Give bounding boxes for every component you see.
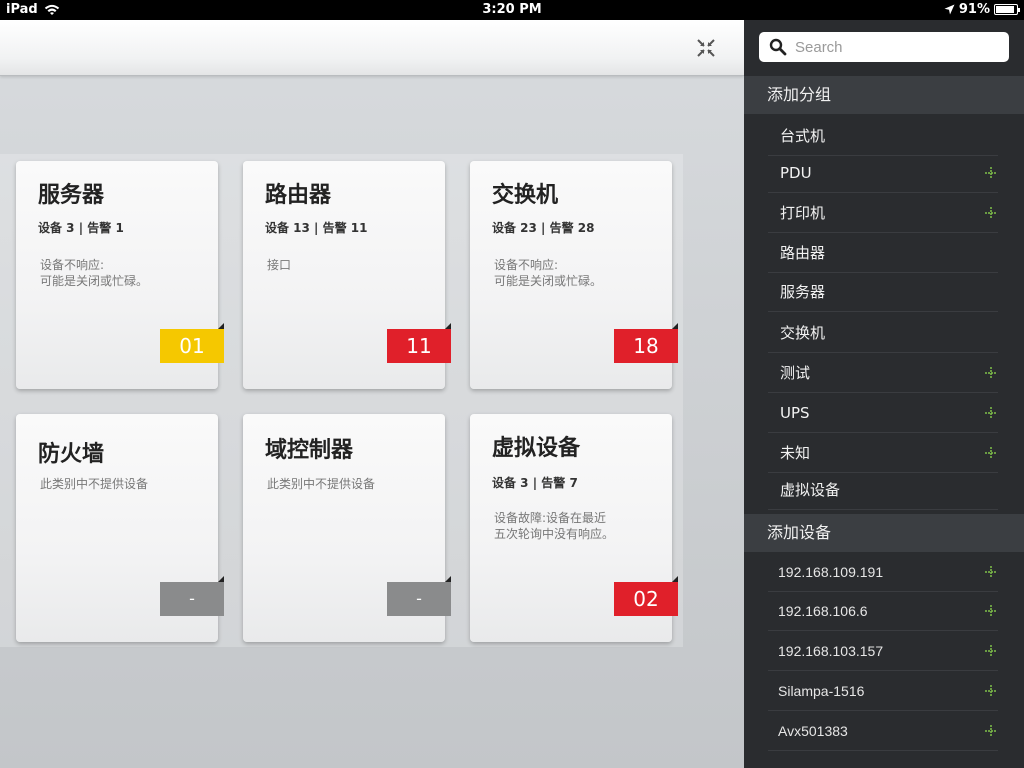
group-row[interactable]: 未知 bbox=[768, 433, 998, 473]
group-row[interactable]: 服务器 bbox=[768, 272, 998, 312]
category-card-firewall[interactable]: 防火墙 此类别中不提供设备 - bbox=[16, 414, 224, 642]
battery-icon bbox=[994, 4, 1020, 15]
group-row-label: PDU bbox=[780, 164, 812, 182]
group-row-label: 未知 bbox=[780, 444, 811, 462]
group-row[interactable]: 台式机 bbox=[768, 116, 998, 156]
group-row[interactable]: 路由器 bbox=[768, 233, 998, 273]
add-plus-icon[interactable] bbox=[984, 644, 998, 658]
group-row-label: 台式机 bbox=[780, 127, 826, 145]
add-plus-icon[interactable] bbox=[984, 684, 998, 698]
device-row[interactable]: Avx501383 bbox=[768, 711, 998, 751]
card-stats: 设备 13 | 告警 11 bbox=[265, 221, 368, 235]
card-description-line: 此类别中不提供设备 bbox=[267, 477, 376, 491]
group-row-label: UPS bbox=[780, 404, 810, 422]
card-title: 防火墙 bbox=[38, 442, 105, 467]
group-row-label: 路由器 bbox=[780, 244, 826, 262]
device-row-label: 192.168.109.191 bbox=[778, 564, 884, 580]
add-plus-icon[interactable] bbox=[984, 206, 998, 220]
sidebar: 添加分组 台式机PDU打印机路由器服务器交换机测试UPS未知虚拟设备 添加设备 … bbox=[744, 20, 1024, 768]
card-title: 服务器 bbox=[38, 183, 105, 208]
category-card-servers[interactable]: 服务器 设备 3 | 告警 1 设备不响应: 可能是关闭或忙碌。 01 bbox=[16, 161, 224, 389]
add-plus-icon[interactable] bbox=[984, 166, 998, 180]
device-row-label: 192.168.103.157 bbox=[778, 643, 884, 659]
card-title: 路由器 bbox=[265, 183, 332, 208]
card-description-line: 可能是关闭或忙碌。 bbox=[40, 274, 149, 288]
group-row-label: 打印机 bbox=[780, 204, 826, 222]
group-row-label: 虚拟设备 bbox=[780, 481, 841, 499]
card-description: 此类别中不提供设备 bbox=[40, 476, 210, 492]
card-description-line: 五次轮询中没有响应。 bbox=[494, 527, 615, 541]
card-stats: 设备 3 | 告警 7 bbox=[492, 476, 578, 490]
card-description-line: 可能是关闭或忙碌。 bbox=[494, 274, 603, 288]
card-stats: 设备 3 | 告警 1 bbox=[38, 221, 124, 235]
card-description-line: 设备故障:设备在最近 bbox=[494, 511, 607, 525]
location-arrow-icon bbox=[944, 4, 955, 15]
add-group-header[interactable]: 添加分组 bbox=[744, 76, 1024, 114]
device-row-label: Avx501383 bbox=[778, 723, 848, 739]
add-device-header[interactable]: 添加设备 bbox=[744, 514, 1024, 552]
add-plus-icon[interactable] bbox=[984, 366, 998, 380]
group-row[interactable]: 虚拟设备 bbox=[768, 470, 998, 510]
status-bar: iPad 3:20 PM 91% bbox=[0, 0, 1024, 20]
battery-fill bbox=[996, 6, 1015, 13]
add-plus-icon[interactable] bbox=[984, 406, 998, 420]
alarm-badge[interactable]: - bbox=[160, 576, 224, 616]
top-toolbar bbox=[0, 20, 744, 76]
main-panel: 服务器 设备 3 | 告警 1 设备不响应: 可能是关闭或忙碌。 01 路由器 … bbox=[0, 20, 744, 768]
add-plus-icon[interactable] bbox=[984, 604, 998, 618]
card-description: 设备不响应: 可能是关闭或忙碌。 bbox=[40, 257, 210, 289]
add-plus-icon[interactable] bbox=[984, 724, 998, 738]
device-row[interactable]: 192.168.103.157 bbox=[768, 631, 998, 671]
device-row[interactable]: Silampa-1516 bbox=[768, 671, 998, 711]
group-row[interactable]: 测试 bbox=[768, 353, 998, 393]
add-plus-icon[interactable] bbox=[984, 446, 998, 460]
card-description: 设备故障:设备在最近 五次轮询中没有响应。 bbox=[494, 510, 664, 542]
search-icon bbox=[769, 38, 787, 56]
alarm-badge[interactable]: 01 bbox=[160, 323, 224, 363]
card-description-line: 接口 bbox=[267, 258, 292, 272]
collapse-button[interactable] bbox=[694, 36, 718, 60]
device-row[interactable]: 192.168.109.191 bbox=[768, 552, 998, 592]
card-description-line: 设备不响应: bbox=[40, 258, 105, 272]
search-box[interactable] bbox=[759, 32, 1009, 62]
device-row-label: Silampa-1516 bbox=[778, 683, 865, 699]
group-row-label: 交换机 bbox=[780, 324, 826, 342]
device-row[interactable]: 192.168.106.6 bbox=[768, 591, 998, 631]
card-title: 域控制器 bbox=[265, 438, 354, 463]
card-stats: 设备 23 | 告警 28 bbox=[492, 221, 595, 235]
alarm-badge[interactable]: 18 bbox=[614, 323, 678, 363]
search-input[interactable] bbox=[795, 36, 995, 58]
alarm-badge[interactable]: 11 bbox=[387, 323, 451, 363]
group-row[interactable]: PDU bbox=[768, 153, 998, 193]
card-description-line: 此类别中不提供设备 bbox=[40, 477, 149, 491]
card-description: 此类别中不提供设备 bbox=[267, 476, 437, 492]
collapse-arrows-icon bbox=[697, 39, 715, 57]
card-title: 交换机 bbox=[492, 183, 559, 208]
category-card-domain-controller[interactable]: 域控制器 此类别中不提供设备 - bbox=[243, 414, 451, 642]
card-description: 设备不响应: 可能是关闭或忙碌。 bbox=[494, 257, 664, 289]
device-row-label: 192.168.106.6 bbox=[778, 603, 868, 619]
group-row[interactable]: 打印机 bbox=[768, 193, 998, 233]
status-right: 91% bbox=[944, 2, 1020, 17]
search-bar bbox=[744, 20, 1024, 76]
alarm-badge[interactable]: - bbox=[387, 576, 451, 616]
alarm-badge[interactable]: 02 bbox=[614, 576, 678, 616]
card-description-line: 设备不响应: bbox=[494, 258, 559, 272]
card-title: 虚拟设备 bbox=[492, 436, 581, 461]
category-card-routers[interactable]: 路由器 设备 13 | 告警 11 接口 11 bbox=[243, 161, 451, 389]
group-row-label: 测试 bbox=[780, 364, 811, 382]
category-card-switches[interactable]: 交换机 设备 23 | 告警 28 设备不响应: 可能是关闭或忙碌。 18 bbox=[470, 161, 678, 389]
group-row-label: 服务器 bbox=[780, 283, 826, 301]
group-row[interactable]: 交换机 bbox=[768, 313, 998, 353]
status-time: 3:20 PM bbox=[482, 2, 542, 17]
group-row[interactable]: UPS bbox=[768, 393, 998, 433]
battery-percent: 91% bbox=[958, 2, 990, 17]
add-plus-icon[interactable] bbox=[984, 565, 998, 579]
category-card-virtual-devices[interactable]: 虚拟设备 设备 3 | 告警 7 设备故障:设备在最近 五次轮询中没有响应。 0… bbox=[470, 414, 678, 642]
card-description: 接口 bbox=[267, 257, 437, 273]
